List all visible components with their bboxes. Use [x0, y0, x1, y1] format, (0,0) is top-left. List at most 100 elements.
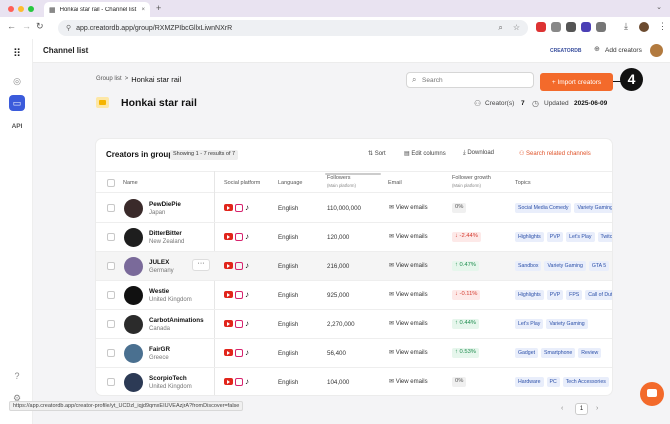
instagram-icon[interactable]: [235, 320, 243, 328]
minimize-window-button[interactable]: [18, 5, 24, 12]
globe-icon[interactable]: ◎: [9, 73, 25, 89]
table-row[interactable]: FairGR Greece ♪ English 56,400 ✉ View em…: [96, 339, 612, 368]
row-checkbox[interactable]: [107, 204, 115, 212]
breadcrumb-group-list-link[interactable]: Group list: [96, 76, 122, 84]
creator-name[interactable]: DitterBitter: [149, 230, 182, 237]
zoom-icon[interactable]: ⌕: [498, 23, 502, 33]
topic-tag[interactable]: Let's Play: [515, 319, 544, 329]
creator-avatar[interactable]: [124, 257, 143, 276]
browser-tab[interactable]: ▦ Honkai star rail - Channel list ×: [44, 2, 150, 17]
maximize-window-button[interactable]: [28, 5, 34, 12]
view-emails-button[interactable]: ✉ View emails: [389, 233, 428, 240]
edit-columns-button[interactable]: ▤ Edit columns: [404, 150, 446, 157]
table-row[interactable]: CarbotAnimations Canada ♪ English 2,270,…: [96, 310, 612, 339]
topic-tag[interactable]: GTA 5: [588, 261, 610, 271]
instagram-icon[interactable]: [235, 233, 243, 241]
topic-tag[interactable]: Hardware: [515, 377, 544, 387]
row-checkbox[interactable]: [107, 262, 115, 270]
youtube-icon[interactable]: [224, 204, 233, 211]
table-row[interactable]: PewDiePie Japan ♪ English 110,000,000 ✉ …: [96, 194, 612, 223]
search-related-button[interactable]: ⚇ Search related channels: [519, 150, 591, 157]
creator-name[interactable]: FairGR: [149, 346, 170, 353]
import-creators-button[interactable]: + Import creators: [540, 73, 613, 91]
tab-close-icon[interactable]: ×: [141, 7, 145, 13]
forward-arrow-icon[interactable]: →: [22, 21, 31, 31]
youtube-icon[interactable]: [224, 291, 233, 298]
extension-icon[interactable]: [551, 22, 561, 32]
tiktok-icon[interactable]: ♪: [245, 378, 249, 386]
topic-tag[interactable]: Sandbox: [515, 261, 542, 271]
browser-menu-icon[interactable]: ⋮: [658, 21, 667, 32]
youtube-icon[interactable]: [224, 349, 233, 356]
creator-avatar[interactable]: [124, 199, 143, 218]
tiktok-icon[interactable]: ♪: [245, 233, 249, 241]
topic-tag[interactable]: Tech Accessories: [562, 377, 609, 387]
site-settings-icon[interactable]: ⚲: [66, 24, 71, 32]
profile-avatar[interactable]: [639, 22, 649, 32]
horizontal-scrollbar[interactable]: [325, 173, 381, 175]
tiktok-icon[interactable]: ♪: [245, 204, 249, 212]
creator-name[interactable]: ScorpioTech: [149, 375, 187, 382]
instagram-icon[interactable]: [235, 378, 243, 386]
view-emails-button[interactable]: ✉ View emails: [389, 320, 428, 327]
address-bar[interactable]: ⚲ app.creatordb.app/group/RXMZPIbcGllxLi…: [58, 20, 528, 36]
creator-avatar[interactable]: [124, 315, 143, 334]
creator-avatar[interactable]: [124, 344, 143, 363]
search-box[interactable]: ⌕: [406, 72, 534, 88]
topic-tag[interactable]: Call of Duty: [585, 290, 612, 300]
add-circle-icon[interactable]: ⊕: [594, 45, 600, 53]
view-emails-button[interactable]: ✉ View emails: [389, 349, 428, 356]
column-header-email[interactable]: Email: [388, 180, 402, 186]
topic-tag[interactable]: Highlights: [515, 232, 544, 242]
sort-button[interactable]: ⇅ Sort: [368, 150, 386, 157]
row-checkbox[interactable]: [107, 291, 115, 299]
new-tab-button[interactable]: +: [156, 3, 161, 13]
topic-tag[interactable]: Highlights: [515, 290, 544, 300]
tiktok-icon[interactable]: ♪: [245, 262, 249, 270]
creator-avatar[interactable]: [124, 286, 143, 305]
tab-search-chevron-icon[interactable]: ⌄: [656, 3, 662, 11]
prev-page-icon[interactable]: ‹: [561, 405, 563, 412]
tiktok-icon[interactable]: ♪: [245, 291, 249, 299]
download-button[interactable]: ⤓ Download: [463, 150, 494, 157]
topic-tag[interactable]: Smartphone: [541, 348, 576, 358]
topic-tag[interactable]: Review: [578, 348, 602, 358]
extension-icon[interactable]: [566, 22, 576, 32]
topic-tag[interactable]: Twitch: [597, 232, 612, 242]
column-header-name[interactable]: Name: [123, 180, 138, 186]
row-checkbox[interactable]: [107, 320, 115, 328]
topic-tag[interactable]: Social Media Comedy: [515, 203, 572, 213]
row-checkbox[interactable]: [107, 378, 115, 386]
next-page-icon[interactable]: ›: [596, 405, 598, 412]
table-row[interactable]: Westie United Kingdom ♪ English 925,000 …: [96, 281, 612, 310]
help-icon[interactable]: ?: [9, 368, 25, 384]
table-row[interactable]: JULEX Germany ··· ♪ English 216,000 ✉ Vi…: [96, 252, 612, 281]
instagram-icon[interactable]: [235, 204, 243, 212]
creator-name[interactable]: CarbotAnimations: [149, 317, 204, 324]
youtube-icon[interactable]: [224, 378, 233, 385]
select-all-checkbox[interactable]: [107, 179, 115, 187]
close-window-button[interactable]: [8, 5, 14, 12]
creator-avatar[interactable]: [124, 228, 143, 247]
column-header-topics[interactable]: Topics: [515, 180, 531, 186]
view-emails-button[interactable]: ✉ View emails: [389, 378, 428, 385]
row-more-menu-button[interactable]: ···: [192, 259, 210, 271]
extension-icon[interactable]: [536, 22, 546, 32]
topic-tag[interactable]: PVP: [546, 232, 564, 242]
instagram-icon[interactable]: [235, 291, 243, 299]
column-header-growth[interactable]: Follower growth: [452, 175, 491, 181]
view-emails-button[interactable]: ✉ View emails: [389, 204, 428, 211]
chat-support-icon[interactable]: [640, 382, 664, 406]
topic-tag[interactable]: PVP: [546, 290, 564, 300]
user-avatar[interactable]: [650, 44, 663, 57]
youtube-icon[interactable]: [224, 233, 233, 240]
table-row[interactable]: ScorpioTech United Kingdom ♪ English 104…: [96, 368, 612, 395]
row-checkbox[interactable]: [107, 349, 115, 357]
column-header-language[interactable]: Language: [278, 180, 302, 186]
api-nav-item[interactable]: API: [9, 118, 25, 134]
creator-name[interactable]: Westie: [149, 288, 169, 295]
bookmark-star-icon[interactable]: ☆: [513, 23, 520, 33]
topic-tag[interactable]: Variety Gaming: [574, 203, 612, 213]
creator-name[interactable]: JULEX: [149, 259, 169, 266]
column-header-social[interactable]: Social platform: [224, 180, 260, 186]
